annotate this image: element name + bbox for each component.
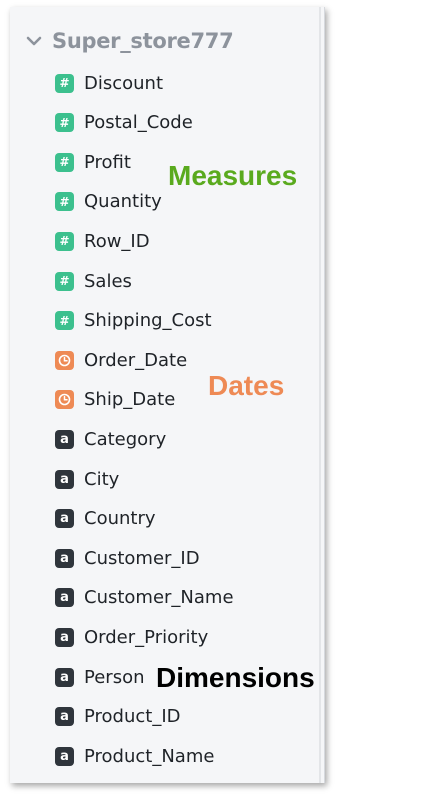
field-item-shipping-cost[interactable]: # Shipping_Cost xyxy=(55,309,212,333)
field-label: Discount xyxy=(84,72,164,94)
dataset-title: Super_store777 xyxy=(52,29,234,53)
field-item-quantity[interactable]: # Quantity xyxy=(55,190,162,214)
hash-icon: # xyxy=(55,152,74,172)
field-item-person[interactable]: a Person xyxy=(55,665,145,689)
text-a-icon: a xyxy=(55,707,74,727)
field-label: Postal_Code xyxy=(84,112,193,134)
text-a-icon: a xyxy=(55,469,74,489)
hash-icon: # xyxy=(55,192,74,212)
field-label: Sales xyxy=(84,270,132,292)
field-item-sales[interactable]: # Sales xyxy=(55,269,132,293)
hash-icon: # xyxy=(55,73,74,93)
field-item-discount[interactable]: # Discount xyxy=(55,71,163,95)
field-item-customer-id[interactable]: a Customer_ID xyxy=(55,546,200,570)
field-item-postal-code[interactable]: # Postal_Code xyxy=(55,111,193,135)
text-a-icon: a xyxy=(55,667,74,687)
scrollbar[interactable] xyxy=(319,7,321,783)
field-label: Shipping_Cost xyxy=(84,310,212,332)
field-item-order-priority[interactable]: a Order_Priority xyxy=(55,625,208,649)
field-label: Ship_Date xyxy=(84,389,176,411)
dates-annotation: Dates xyxy=(208,370,285,401)
hash-icon: # xyxy=(55,231,74,251)
field-item-city[interactable]: a City xyxy=(55,467,119,491)
text-a-icon: a xyxy=(55,588,74,608)
field-item-country[interactable]: a Country xyxy=(55,507,156,531)
field-label: Country xyxy=(84,508,156,530)
text-a-icon: a xyxy=(55,746,74,766)
text-a-icon: a xyxy=(55,509,74,529)
field-label: Row_ID xyxy=(84,230,150,252)
text-a-icon: a xyxy=(55,627,74,647)
field-item-customer-name[interactable]: a Customer_Name xyxy=(55,586,234,610)
field-item-profit[interactable]: # Profit xyxy=(55,150,131,174)
field-label: Quantity xyxy=(84,191,162,213)
hash-icon: # xyxy=(55,271,74,291)
dataset-header[interactable]: Super_store777 xyxy=(24,27,234,55)
field-item-order-date[interactable]: Order_Date xyxy=(55,348,187,372)
hash-icon: # xyxy=(55,311,74,331)
clock-icon xyxy=(55,390,74,410)
hash-icon: # xyxy=(55,113,74,133)
text-a-icon: a xyxy=(55,429,74,449)
clock-icon xyxy=(55,350,74,370)
field-item-category[interactable]: a Category xyxy=(55,427,166,451)
field-label: City xyxy=(84,468,120,490)
field-label: Category xyxy=(84,428,167,450)
field-label: Product_ID xyxy=(84,706,181,728)
field-label: Order_Priority xyxy=(84,626,209,648)
field-item-product-id[interactable]: a Product_ID xyxy=(55,705,181,729)
field-item-product-name[interactable]: a Product_Name xyxy=(55,744,214,768)
text-a-icon: a xyxy=(55,548,74,568)
field-label: Customer_Name xyxy=(84,587,234,609)
field-label: Person xyxy=(84,666,145,688)
field-item-ship-date[interactable]: Ship_Date xyxy=(55,388,175,412)
field-label: Product_Name xyxy=(84,745,215,767)
field-label: Customer_ID xyxy=(84,547,200,569)
chevron-down-icon[interactable] xyxy=(24,31,44,51)
field-item-row-id[interactable]: # Row_ID xyxy=(55,229,150,253)
dimensions-annotation: Dimensions xyxy=(156,662,315,693)
measures-annotation: Measures xyxy=(168,160,298,191)
field-label: Order_Date xyxy=(84,349,188,371)
field-label: Profit xyxy=(84,151,131,173)
